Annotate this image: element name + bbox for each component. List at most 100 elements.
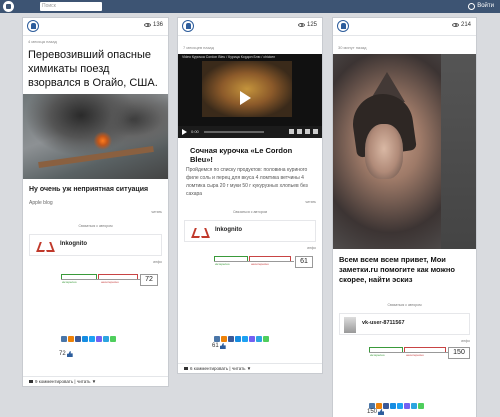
facebook-share-icon[interactable] (228, 336, 234, 342)
likes-counter[interactable]: 150 (367, 409, 385, 415)
vote-widget: интересно неинтересно 150 (333, 347, 476, 361)
mail-share-icon[interactable] (235, 336, 241, 342)
author-name[interactable]: Inkognito (60, 241, 87, 247)
tattoo-image[interactable] (333, 54, 476, 249)
author-box[interactable]: Inkognito (184, 220, 316, 242)
vote-down-label: неинтересно (406, 353, 424, 357)
twitter-share-icon[interactable] (242, 336, 248, 342)
vote-widget: интересно неинтересно 72 (23, 274, 168, 288)
share-buttons (214, 336, 269, 342)
mail-share-icon[interactable] (390, 403, 396, 409)
play-icon[interactable] (240, 91, 251, 105)
facebook-share-icon[interactable] (75, 336, 81, 342)
comment-bar[interactable]: 6 комментировать | читать ▼ (178, 363, 322, 373)
video-controls: 0:00 (178, 126, 322, 138)
twitter-share-icon[interactable] (89, 336, 95, 342)
telegram-share-icon[interactable] (411, 403, 417, 409)
author-avatar-icon[interactable] (27, 20, 39, 32)
post-card-3: 214 30 минут назад Всем всем всем привет… (332, 17, 477, 417)
post-time: 30 минут назад (338, 45, 367, 50)
login-label: Войти (477, 3, 494, 9)
telegram-share-icon[interactable] (256, 336, 262, 342)
video-progress-bar[interactable] (204, 131, 264, 133)
thumbs-up-icon (66, 351, 73, 357)
ok-share-icon[interactable] (68, 336, 74, 342)
post-subheading: Сочная курочка «Le Cordon Bleu»! (190, 146, 293, 164)
comment-icon (184, 367, 188, 370)
whatsapp-share-icon[interactable] (263, 336, 269, 342)
vote-up-label: интересно (370, 353, 385, 357)
viber-share-icon[interactable] (249, 336, 255, 342)
telegram-share-icon[interactable] (103, 336, 109, 342)
vk-share-icon[interactable] (214, 336, 220, 342)
author-photo (344, 317, 356, 333)
twitter-share-icon[interactable] (397, 403, 403, 409)
author-avatar-icon[interactable] (182, 20, 194, 32)
author-info-link[interactable]: инфо (333, 337, 476, 345)
post-source: Apple blog (29, 200, 53, 206)
login-icon (468, 3, 476, 10)
video-player[interactable]: Video Курочка Cordon Bleu / Курица Кордо… (178, 54, 322, 138)
post-time: 4 месяца назад (28, 39, 57, 44)
author-logo-icon (38, 239, 52, 253)
video-title[interactable]: Video Курочка Cordon Bleu / Курица Кордо… (182, 55, 275, 59)
comment-bar[interactable]: 9 комментировать | читать ▼ (23, 376, 168, 386)
author-logo-icon (193, 225, 207, 239)
vote-widget: интересно неинтересно 61 (178, 256, 322, 270)
author-box[interactable]: vk-user-8711567 (339, 313, 470, 335)
author-name[interactable]: vk-user-8711567 (362, 320, 405, 326)
share-buttons (61, 336, 116, 342)
post-card-1: 136 4 месяца назад Перевозивший опасные … (22, 17, 169, 387)
vk-share-icon[interactable] (61, 336, 67, 342)
login-button[interactable]: Войти (468, 2, 494, 11)
video-time: 0:00 (191, 129, 199, 134)
whatsapp-share-icon[interactable] (418, 403, 424, 409)
read-more-link[interactable]: читать (178, 198, 322, 206)
views-counter: 214 (451, 22, 471, 28)
author-box[interactable]: Inkognito (29, 234, 162, 256)
train-explosion-image[interactable] (23, 94, 168, 179)
vote-up-button[interactable] (214, 256, 248, 261)
vote-down-button[interactable] (249, 256, 291, 261)
whatsapp-share-icon[interactable] (110, 336, 116, 342)
settings-icon[interactable] (297, 129, 302, 134)
likes-counter[interactable]: 61 (212, 343, 226, 349)
contact-author-link[interactable]: Связаться с автором (333, 299, 476, 311)
read-more-link[interactable]: читать (23, 208, 168, 216)
captions-icon[interactable] (289, 129, 294, 134)
mail-share-icon[interactable] (82, 336, 88, 342)
vote-up-label: интересно (62, 280, 77, 284)
vote-up-button[interactable] (61, 274, 97, 279)
search-input[interactable]: Поиск (40, 2, 102, 11)
vote-score: 61 (295, 256, 313, 268)
vote-down-label: неинтересно (251, 262, 269, 266)
post-headline[interactable]: Перевозивший опасные химикаты поезд взор… (23, 46, 168, 92)
viber-share-icon[interactable] (404, 403, 410, 409)
author-name[interactable]: Inkognito (215, 227, 242, 233)
site-logo-icon[interactable] (3, 1, 14, 12)
play-control-icon[interactable] (182, 129, 187, 135)
eye-icon (297, 23, 305, 27)
likes-counter[interactable]: 72 (59, 351, 73, 357)
vote-down-label: неинтересно (101, 280, 119, 284)
contact-author-link[interactable]: Связаться с автором (23, 220, 168, 232)
vote-down-button[interactable] (404, 347, 446, 352)
vote-down-button[interactable] (98, 274, 138, 279)
views-counter: 125 (297, 22, 317, 28)
post-subheading: Ну очень уж неприятная ситуация (29, 186, 149, 193)
viber-share-icon[interactable] (96, 336, 102, 342)
post-subheading: Всем всем всем привет, Мои заметки.ru по… (339, 255, 455, 284)
author-avatar-icon[interactable] (337, 20, 349, 32)
video-frame (202, 61, 292, 117)
contact-author-link[interactable]: Связаться с автором (178, 206, 322, 218)
volume-icon[interactable] (305, 129, 310, 134)
author-info-link[interactable]: инфо (23, 258, 168, 266)
fullscreen-icon[interactable] (313, 129, 318, 134)
eye-icon (143, 23, 151, 27)
views-counter: 136 (143, 22, 163, 28)
post-text: Пройдемся по списку продуктов: половина … (186, 167, 308, 197)
author-info-link[interactable]: инфо (178, 244, 322, 252)
ok-share-icon[interactable] (221, 336, 227, 342)
vote-up-button[interactable] (369, 347, 403, 352)
thumbs-up-icon (219, 343, 226, 349)
